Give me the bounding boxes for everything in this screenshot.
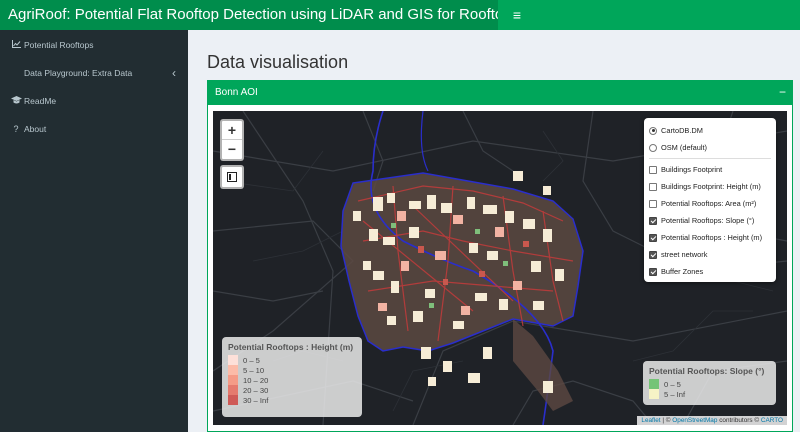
page-title: Data visualisation [207,52,349,72]
overlay-rooftops-height[interactable]: Potential Rooftops : Height (m) [649,229,771,246]
chart-icon [10,40,22,50]
legend-label: 5 – 10 [243,365,265,375]
legend-entry: 5 – Inf [649,389,770,399]
box-title: Bonn AOI [215,87,258,98]
radio-icon [649,143,657,152]
sidebar: Potential Rooftops Data Playground: Extr… [0,30,188,432]
sidebar-toggle-button[interactable]: ≡ [502,0,532,30]
legend-label: 0 – 5 [664,379,681,389]
legend-label: 5 – Inf [664,389,686,399]
sidebar-item-readme[interactable]: ReadMe [0,87,188,115]
base-layer-cartodb[interactable]: CartoDB.DM [649,122,771,139]
sidebar-item-label: About [24,124,47,134]
legend-swatch [649,389,659,399]
legend-entry: 30 – Inf [228,395,356,405]
box-header: Bonn AOI − [208,81,792,105]
overlay-street-network[interactable]: street network [649,246,771,263]
overlay-buildings-footprint[interactable]: Buildings Footprint [649,161,771,178]
layer-label: Potential Rooftops: Area (m²) [661,199,757,208]
layer-label: CartoDB.DM [661,126,703,135]
legend-swatch [649,379,659,389]
layer-label: Buildings Footprint: Height (m) [661,182,761,191]
overlay-rooftops-slope[interactable]: Potential Rooftops: Slope (°) [649,212,771,229]
height-legend: Potential Rooftops : Height (m) 0 – 5 5 … [222,337,362,417]
checkbox-icon [649,182,657,191]
header-bar: AgriRoof: Potential Flat Rooftop Detecti… [0,0,800,30]
legend-title: Potential Rooftops : Height (m) [228,342,354,352]
chevron-left-icon: ‹ [172,66,176,80]
legend-entry: 0 – 5 [649,379,770,389]
map-canvas[interactable]: + − CartoDB.DM OSM (default) Buildings F… [213,111,787,425]
fullscreen-icon [227,172,237,182]
sidebar-item-label: Data Playground: Extra Data [24,68,133,78]
legend-entry: 5 – 10 [228,365,356,375]
legend-title: Potential Rooftops: Slope (°) [649,366,765,376]
sidebar-item-about[interactable]: ? About [0,115,188,143]
zoom-in-button[interactable]: + [222,121,242,140]
legend-entry: 20 – 30 [228,385,356,395]
map-box: Bonn AOI − + − CartoDB.DM OSM (default) … [207,80,793,432]
legend-swatch [228,355,238,365]
layer-label: Potential Rooftops : Height (m) [661,233,763,242]
legend-entry: 0 – 5 [228,355,356,365]
content-area: Data visualisation Bonn AOI − + − CartoD… [188,30,800,432]
legend-swatch [228,365,238,375]
legend-entry: 10 – 20 [228,375,356,385]
overlay-buildings-height[interactable]: Buildings Footprint: Height (m) [649,178,771,195]
checkbox-icon [649,199,657,208]
carto-link[interactable]: CARTO [761,417,783,424]
checkbox-checked-icon [649,250,657,259]
layer-divider [649,158,771,159]
legend-label: 0 – 5 [243,355,260,365]
layer-label: Potential Rooftops: Slope (°) [661,216,755,225]
graduation-cap-icon [10,96,22,106]
overlay-buffer-zones[interactable]: Buffer Zones [649,263,771,280]
layer-label: Buildings Footprint [661,165,723,174]
legend-label: 20 – 30 [243,385,269,395]
checkbox-checked-icon [649,216,657,225]
legend-swatch [228,385,238,395]
zoom-control: + − [220,119,244,161]
layer-label: street network [661,250,708,259]
menu-icon: ≡ [512,7,522,23]
legend-label: 30 – Inf [243,395,269,405]
sidebar-item-label: ReadMe [24,96,57,106]
layer-control: CartoDB.DM OSM (default) Buildings Footp… [644,118,776,282]
checkbox-icon [649,165,657,174]
legend-swatch [228,395,238,405]
layer-label: OSM (default) [661,143,708,152]
checkbox-checked-icon [649,233,657,242]
layer-label: Buffer Zones [661,267,704,276]
osm-link[interactable]: OpenStreetMap [672,417,717,424]
leaflet-link[interactable]: Leaflet [641,417,660,424]
radio-selected-icon [649,126,657,135]
attribution-text: | © [660,417,673,424]
attribution-text: contributors © [717,417,761,424]
slope-legend: Potential Rooftops: Slope (°) 0 – 5 5 – … [643,361,776,405]
fullscreen-button[interactable] [220,165,244,189]
sidebar-item-data-playground[interactable]: Data Playground: Extra Data ‹ [0,59,188,87]
legend-swatch [228,375,238,385]
checkbox-checked-icon [649,267,657,276]
sidebar-item-label: Potential Rooftops [24,40,94,50]
zoom-out-button[interactable]: − [222,140,242,159]
legend-label: 10 – 20 [243,375,269,385]
base-layer-osm[interactable]: OSM (default) [649,139,771,156]
app-title[interactable]: AgriRoof: Potential Flat Rooftop Detecti… [0,0,498,30]
sidebar-item-potential-rooftops[interactable]: Potential Rooftops [0,31,188,59]
overlay-rooftops-area[interactable]: Potential Rooftops: Area (m²) [649,195,771,212]
question-icon: ? [13,124,19,134]
map-attribution: Leaflet | © OpenStreetMap contributors ©… [637,416,787,425]
collapse-button[interactable]: − [779,81,786,103]
